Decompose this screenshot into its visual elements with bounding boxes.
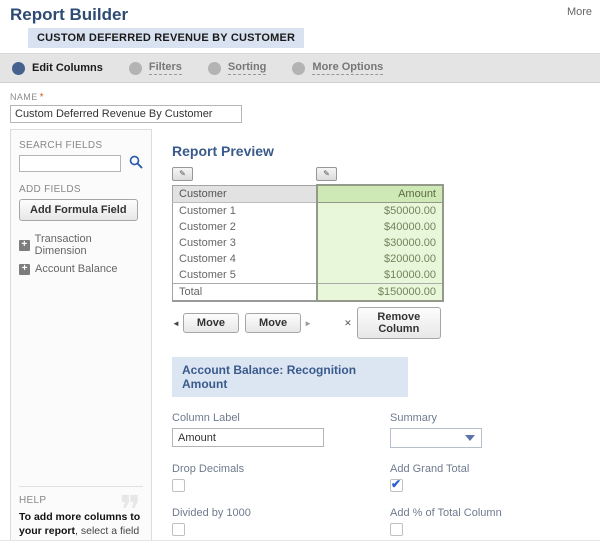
tab-dot-icon	[207, 61, 221, 75]
table-row: Customer 4 $20000.00	[172, 251, 444, 267]
edit-customer-column-button[interactable]: ✎	[172, 167, 193, 181]
header: Report Builder More CUSTOM DEFERRED REVE…	[0, 0, 600, 48]
amount-column-header[interactable]: Amount	[315, 184, 444, 203]
add-pct-of-total-label: Add % of Total Column	[390, 507, 502, 519]
add-grand-total-label: Add Grand Total	[390, 463, 470, 475]
add-formula-field-button[interactable]: Add Formula Field	[19, 199, 138, 221]
move-column-left-button[interactable]: Move	[182, 313, 240, 333]
customer-cell: Customer 5	[172, 267, 317, 284]
tab-dot-icon	[292, 61, 306, 75]
help-text: To add more columns to your report, sele…	[19, 510, 141, 540]
customer-cell: Customer 3	[172, 235, 317, 251]
move-left-arrow-icon: ◄	[172, 318, 180, 328]
customer-column-header[interactable]: Customer	[172, 185, 317, 203]
step-tabbar: Edit Columns Filters Sorting More Option…	[0, 53, 600, 83]
expand-plus-icon[interactable]: +	[19, 239, 30, 251]
search-fields-input[interactable]	[19, 155, 121, 172]
page-title: Report Builder	[10, 5, 129, 24]
report-preview-title: Report Preview	[172, 143, 274, 159]
fields-sidebar: SEARCH FIELDS ADD FIELDS Add Formula Fie…	[10, 129, 152, 540]
customer-cell: Customer 2	[172, 219, 317, 235]
amount-cell: $30000.00	[315, 235, 444, 251]
tree-item-transaction-dimension[interactable]: + Transaction Dimension	[19, 233, 143, 257]
customer-cell: Customer 1	[172, 202, 317, 219]
column-label-input[interactable]	[172, 428, 324, 447]
column-label-label: Column Label	[172, 412, 240, 424]
tab-dot-icon	[128, 61, 142, 75]
table-row: Customer 1 $50000.00	[172, 202, 444, 219]
name-label: NAME	[10, 92, 38, 102]
table-row: Customer 2 $40000.00	[172, 219, 444, 235]
tab-label: Sorting	[227, 61, 267, 75]
content-area: SEARCH FIELDS ADD FIELDS Add Formula Fie…	[0, 129, 600, 540]
summary-field: Summary	[390, 412, 600, 448]
tab-more-options[interactable]: More Options	[292, 61, 384, 75]
more-link[interactable]: More	[567, 6, 592, 18]
total-label: Total	[172, 283, 317, 301]
main-panel: Report Preview ✎ ✎ Customer Amount Custo…	[152, 129, 600, 540]
pencil-icon: ✎	[323, 169, 330, 178]
remove-x-icon: ✕	[344, 317, 352, 328]
expand-plus-icon[interactable]: +	[19, 263, 30, 275]
required-asterisk: *	[39, 92, 44, 103]
amount-cell: $20000.00	[315, 251, 444, 267]
help-panel: ❞ HELP To add more columns to your repor…	[19, 485, 143, 540]
customer-cell: Customer 4	[172, 251, 317, 267]
total-amount: $150000.00	[315, 283, 444, 302]
amount-cell: $40000.00	[315, 219, 444, 235]
tab-sorting[interactable]: Sorting	[207, 61, 267, 75]
remove-column-button[interactable]: Remove Column	[356, 307, 441, 339]
chevron-down-icon	[465, 435, 475, 441]
divided-by-1000-field: Divided by 1000	[172, 507, 390, 536]
search-fields-label: SEARCH FIELDS	[19, 140, 103, 151]
drop-decimals-field: Drop Decimals	[172, 463, 390, 492]
table-header-row: Customer Amount	[172, 184, 444, 203]
report-preview-table-wrap: ✎ ✎ Customer Amount Customer 1 $50000.00 C…	[172, 167, 444, 339]
tree-item-label: Transaction Dimension	[34, 233, 92, 257]
report-table-total: Total $150000.00	[172, 283, 444, 302]
add-pct-of-total-field: Add % of Total Column	[390, 507, 600, 536]
name-field-block: NAME *	[0, 83, 600, 129]
tab-dot-icon	[12, 61, 25, 75]
add-pct-of-total-checkbox[interactable]	[390, 523, 403, 536]
tab-label: Edit Columns	[32, 61, 103, 74]
add-fields-label: ADD FIELDS	[19, 184, 81, 195]
tab-edit-columns[interactable]: Edit Columns	[12, 61, 103, 75]
report-name-input[interactable]	[10, 105, 242, 123]
report-table-body: Customer Amount Customer 1 $50000.00 Custo…	[172, 184, 444, 284]
drop-decimals-checkbox[interactable]	[172, 479, 185, 492]
table-row: Customer 3 $30000.00	[172, 235, 444, 251]
summary-label: Summary	[390, 412, 438, 424]
column-detail-form: Column Label Summary Drop Decimals Ad	[172, 412, 600, 540]
tab-label: More Options	[312, 61, 384, 75]
amount-cell: $50000.00	[315, 202, 444, 219]
tree-item-label: Account Balance	[35, 263, 118, 275]
edit-amount-column-button[interactable]: ✎	[316, 167, 337, 181]
divided-by-1000-checkbox[interactable]	[172, 523, 185, 536]
move-column-right-button[interactable]: Move	[245, 313, 302, 333]
column-label-field: Column Label	[172, 412, 390, 448]
report-builder-window: Report Builder More CUSTOM DEFERRED REVE…	[0, 0, 600, 541]
column-detail-section-title: Account Balance: Recognition Amount	[172, 357, 408, 397]
summary-select[interactable]	[390, 428, 482, 448]
search-icon[interactable]	[129, 155, 143, 172]
tab-filters[interactable]: Filters	[128, 61, 182, 75]
tree-item-account-balance[interactable]: + Account Balance	[19, 263, 143, 275]
add-grand-total-field: Add Grand Total	[390, 463, 600, 492]
column-edit-row: ✎ ✎	[172, 167, 444, 184]
report-name-badge: CUSTOM DEFERRED REVENUE BY CUSTOMER	[28, 28, 305, 48]
total-row: Total $150000.00	[172, 283, 444, 302]
report-preview-table: Customer Amount Customer 1 $50000.00 Custo…	[172, 184, 444, 302]
divided-by-1000-label: Divided by 1000	[172, 507, 251, 519]
search-row	[19, 155, 143, 172]
add-grand-total-checkbox[interactable]	[390, 477, 403, 492]
table-row: Customer 5 $10000.00	[172, 267, 444, 284]
tab-label: Filters	[148, 61, 182, 75]
pencil-icon: ✎	[179, 169, 186, 178]
column-actions-row: ◄ Move Move ► ✕ Remove Column	[172, 307, 444, 339]
move-right-arrow-icon: ►	[304, 318, 313, 328]
field-tree: + Transaction Dimension + Account Balanc…	[19, 233, 143, 281]
amount-cell: $10000.00	[315, 267, 444, 284]
drop-decimals-label: Drop Decimals	[172, 463, 245, 475]
